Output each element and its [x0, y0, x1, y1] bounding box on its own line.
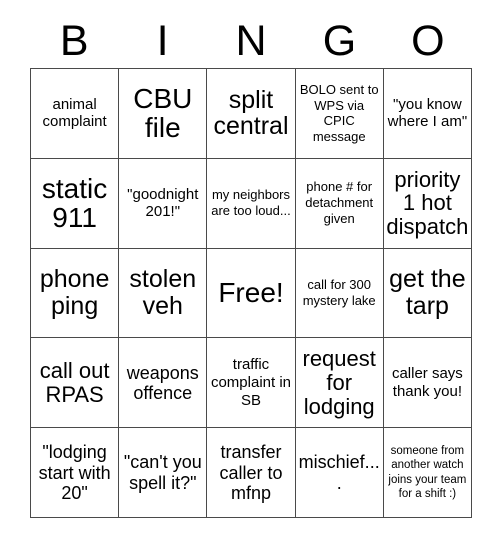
bingo-cell-r2c1[interactable]: static 911 [31, 158, 120, 249]
bingo-cell-label: caller says thank you! [391, 365, 463, 400]
bingo-cell-label: phone # for detachment given [305, 179, 374, 227]
bingo-cell-r3c4[interactable]: call for 300 mystery lake [295, 248, 384, 339]
bingo-cell-label: transfer caller to mfnp [219, 442, 283, 503]
bingo-header-letter-g: G [322, 16, 357, 65]
bingo-cell-r5c2[interactable]: "can't you spell it?" [119, 428, 208, 518]
bingo-cell-label: "goodnight 201!" [127, 185, 199, 221]
bingo-cell-label: request for lodging [302, 346, 376, 419]
bingo-cell-label: my neighbors are too loud... [211, 187, 291, 219]
bingo-cell-r3c1[interactable]: phone ping [31, 248, 120, 339]
bingo-grid: animal complaint CBU file split central … [30, 68, 472, 518]
bingo-cell-r3c5[interactable]: get the tarp [383, 248, 472, 339]
bingo-cell-r2c3[interactable]: my neighbors are too loud... [207, 158, 296, 249]
bingo-cell-r5c3[interactable]: transfer caller to mfnp [207, 428, 296, 518]
bingo-cell-r1c4[interactable]: BOLO sent to WPS via CPIC message [295, 69, 384, 159]
bingo-free-space-label: Free! [218, 277, 284, 309]
bingo-header-letter-o: O [411, 16, 445, 65]
bingo-cell-label: priority 1 hot dispatch [386, 166, 469, 240]
bingo-cell-r2c2[interactable]: "goodnight 201!" [119, 158, 208, 249]
bingo-header-letter-i: I [156, 16, 169, 65]
bingo-cell-label: call out RPAS [39, 358, 110, 407]
bingo-cell-r5c4[interactable]: mischief.... [295, 428, 384, 518]
bingo-cell-label: weapons offence [126, 362, 199, 403]
bingo-cell-label: traffic complaint in SB [210, 356, 292, 409]
bingo-cell-label: "lodging start with 20" [38, 442, 111, 503]
bingo-cell-label: someone from another watch joins your te… [388, 444, 467, 500]
bingo-cell-r3c2[interactable]: stolen veh [119, 248, 208, 339]
bingo-cell-label: "you know where I am" [387, 95, 468, 131]
bingo-cell-label: "can't you spell it?" [123, 452, 202, 493]
bingo-cell-r5c5[interactable]: someone from another watch joins your te… [383, 428, 472, 518]
bingo-cell-label: animal complaint [42, 95, 107, 131]
bingo-header-row: B I N G O [30, 14, 472, 68]
bingo-cell-label: static 911 [41, 173, 108, 234]
bingo-cell-r4c3[interactable]: traffic complaint in SB [207, 338, 296, 429]
bingo-cell-label: stolen veh [129, 265, 197, 320]
bingo-cell-r1c2[interactable]: CBU file [119, 69, 208, 159]
bingo-cell-label: get the tarp [389, 265, 466, 320]
bingo-cell-label: BOLO sent to WPS via CPIC message [299, 81, 379, 145]
bingo-cell-r2c4[interactable]: phone # for detachment given [295, 158, 384, 249]
bingo-cell-label: phone ping [39, 265, 110, 320]
bingo-cell-label: call for 300 mystery lake [302, 277, 376, 308]
bingo-cell-r4c5[interactable]: caller says thank you! [383, 338, 472, 429]
bingo-header-letter-n: N [235, 16, 267, 65]
bingo-cell-r4c2[interactable]: weapons offence [119, 338, 208, 429]
bingo-header-letter-b: B [59, 16, 89, 65]
bingo-cell-label: CBU file [133, 83, 193, 144]
bingo-cell-r1c3[interactable]: split central [207, 69, 296, 159]
bingo-cell-r2c5[interactable]: priority 1 hot dispatch [383, 158, 472, 249]
bingo-cell-free-space[interactable]: Free! [207, 248, 296, 339]
bingo-card: B I N G O animal complaint CBU file spli… [0, 0, 500, 544]
bingo-cell-r4c1[interactable]: call out RPAS [31, 338, 120, 429]
bingo-cell-label: split central [213, 85, 289, 141]
bingo-cell-r5c1[interactable]: "lodging start with 20" [31, 428, 120, 518]
bingo-cell-r1c5[interactable]: "you know where I am" [383, 69, 472, 159]
bingo-cell-r1c1[interactable]: animal complaint [31, 69, 120, 159]
bingo-cell-label: mischief.... [298, 452, 380, 493]
bingo-cell-r4c4[interactable]: request for lodging [295, 338, 384, 429]
